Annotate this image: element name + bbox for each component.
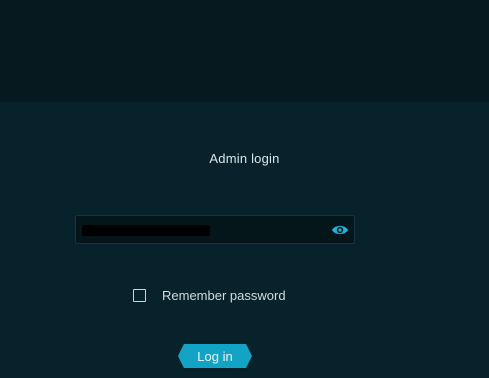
remember-password-checkbox[interactable] (133, 288, 146, 302)
header-band (0, 0, 489, 102)
page-title: Admin login (209, 151, 280, 166)
remember-password-row: Remember password (133, 287, 286, 303)
password-input[interactable] (82, 222, 326, 238)
eye-icon[interactable] (331, 223, 349, 237)
login-button[interactable]: Log in (178, 344, 252, 368)
remember-password-label: Remember password (162, 287, 286, 303)
login-page: Admin login Remember password Log in (0, 0, 489, 378)
password-field[interactable] (75, 215, 355, 244)
